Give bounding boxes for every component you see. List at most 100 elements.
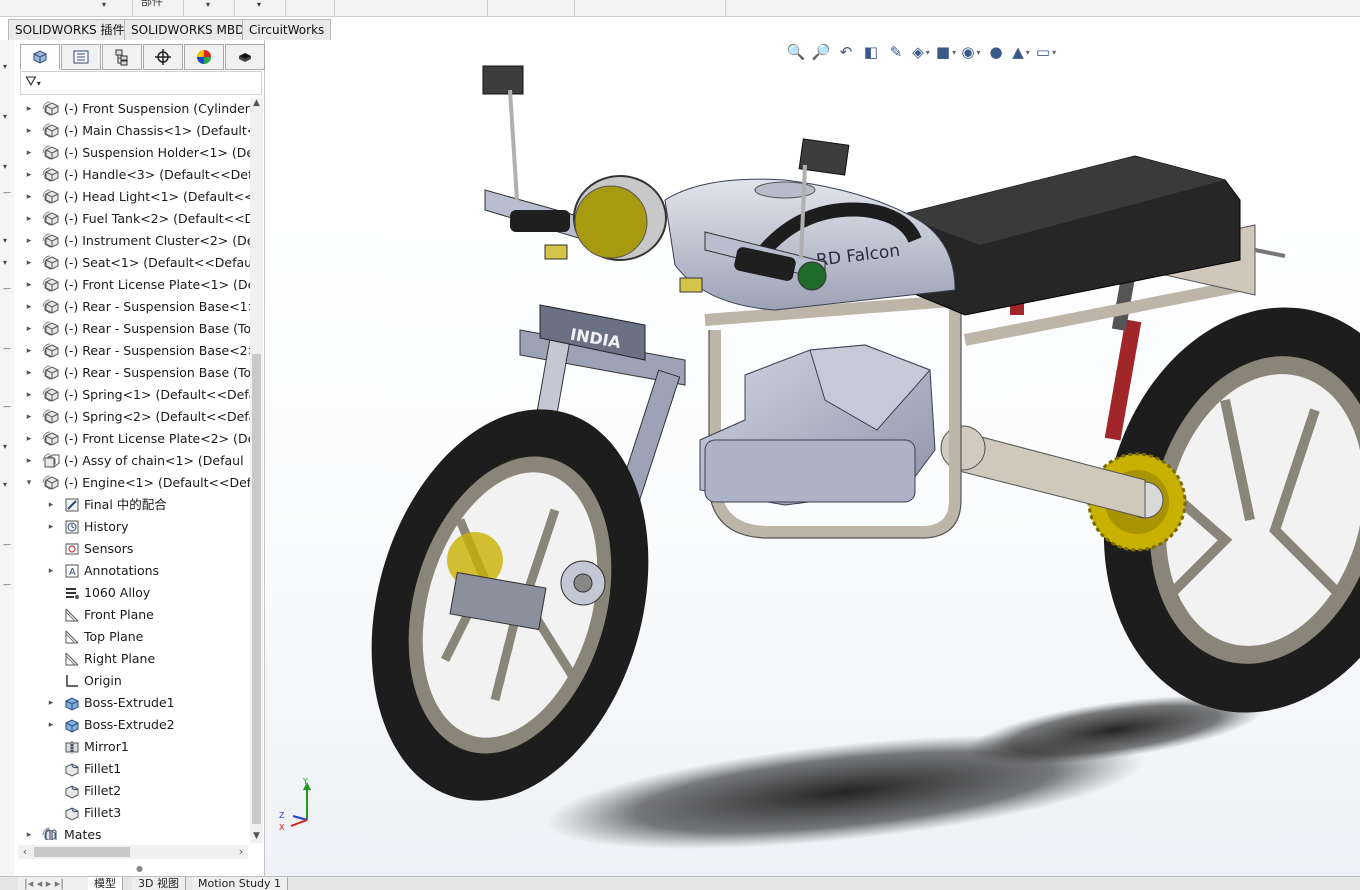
tab-3d-views[interactable]: 3D 视图 [132,877,186,890]
tree-expander-icon[interactable]: ▸ [24,318,34,340]
tree-item[interactable]: ▸ (-) Front License Plate<1> (Def [14,274,250,296]
tab-circuitworks[interactable]: CircuitWorks [242,19,332,40]
tree-item[interactable]: ▸ History [14,516,250,538]
tree-item[interactable]: Top Plane [14,626,250,648]
tree-item[interactable]: Sensors [14,538,250,560]
tree-expander-icon[interactable]: ▸ [24,450,34,472]
engine-block[interactable] [699,344,936,506]
tree-item[interactable]: ▸ Final 中的配合 [14,494,250,516]
tree-item[interactable]: ▸ (-) Rear - Suspension Base (Top [14,318,250,340]
tree-expander-icon[interactable]: ▸ [24,428,34,450]
tree-expander-icon[interactable]: ▸ [46,692,56,714]
tab-solidworks-mbd[interactable]: SOLIDWORKS MBD [124,19,252,40]
tree-expander-icon[interactable]: ▸ [46,560,56,582]
tab-display-manager[interactable] [184,44,224,70]
feature-manager-panel: ⛛▾ ▸ (-) Front Suspension (Cylinder)< ▸ (-)… [14,40,265,876]
display-manager-icon [197,50,211,64]
tree-filter-box[interactable]: ⛛▾ [20,71,262,95]
ribbon-segment[interactable] [575,0,726,16]
tab-nav-arrows[interactable]: |◂ ◂ ▸ ▸| [18,877,95,890]
tree-item[interactable]: ▸ A Annotations [14,560,250,582]
ribbon-segment[interactable]: ▾ [0,0,133,16]
tree-item[interactable]: ▸ Mates [14,824,250,840]
scroll-up-arrow-icon[interactable]: ▲ [250,98,263,110]
tree-expander-icon[interactable]: ▸ [24,230,34,252]
tree-item[interactable]: ▾ (-) Engine<1> (Default<<Defau [14,472,250,494]
tree-item[interactable]: ▸ (-) Instrument Cluster<2> (Defa [14,230,250,252]
ribbon-segment[interactable] [286,0,335,16]
tab-feature-manager[interactable] [20,44,60,70]
graphics-viewport[interactable]: 🔍🔎↶◧✎◈■◉●▲▭ [265,40,1360,876]
scroll-left-arrow-icon[interactable]: ‹ [18,845,32,858]
tree-expander-icon[interactable]: ▸ [24,164,34,186]
tree-expander-icon[interactable]: ▾ [24,472,34,494]
scroll-right-arrow-icon[interactable]: › [234,845,248,858]
tree-item[interactable]: ▸ (-) Rear - Suspension Base (Top [14,362,250,384]
tree-item[interactable]: Front Plane [14,604,250,626]
tree-expander-icon[interactable]: ▸ [24,362,34,384]
tree-expander-icon[interactable]: ▸ [24,384,34,406]
ribbon-segment[interactable] [335,0,488,16]
tab-cam[interactable] [225,44,265,70]
tree-item-label: Fillet1 [84,761,122,776]
ribbon-segment-parts[interactable]: 部件 [133,0,184,16]
tree-expander-icon[interactable]: ▸ [46,494,56,516]
tree-expander-icon[interactable]: ▸ [24,208,34,230]
tree-expander-icon[interactable]: ▸ [24,186,34,208]
tab-model[interactable]: 模型 [88,877,123,890]
tab-solidworks-addins[interactable]: SOLIDWORKS 插件 [8,19,132,40]
tree-expander-icon[interactable]: ▸ [24,340,34,362]
tree-item[interactable]: ▸ (-) Front Suspension (Cylinder)< [14,98,250,120]
tree-item[interactable]: Fillet3 [14,802,250,824]
tree-item[interactable]: ▸ (-) Rear - Suspension Base<2> [14,340,250,362]
tree-item[interactable]: ▸ (-) Main Chassis<1> (Default<< [14,120,250,142]
tree-item[interactable]: Fillet1 [14,758,250,780]
tree-item[interactable]: ▸ (-) Spring<2> (Default<<Defau [14,406,250,428]
tree-item[interactable]: ▸ (-) Spring<1> (Default<<Defau [14,384,250,406]
tree-expander-icon[interactable]: ▸ [24,142,34,164]
tree-expander-icon[interactable]: ▸ [24,296,34,318]
tree-expander-icon[interactable]: ▸ [24,252,34,274]
part-icon [44,365,60,381]
tree-item-label: Sensors [84,541,134,556]
ribbon-segment[interactable] [488,0,575,16]
tree-expander-icon[interactable]: ▸ [46,516,56,538]
panel-resize-grip[interactable]: ● [136,864,143,873]
tree-expander-icon[interactable]: ▸ [24,406,34,428]
tree-item[interactable]: ▸ (-) Rear - Suspension Base<1> [14,296,250,318]
tree-item[interactable]: ▸ (-) Fuel Tank<2> (Default<<Def [14,208,250,230]
tree-item[interactable]: Origin [14,670,250,692]
tree-expander-icon[interactable]: ▸ [46,714,56,736]
tree-item[interactable]: 1060 Alloy [14,582,250,604]
motorcycle-model[interactable]: RD Falcon INDIA Y Z X [265,40,1360,876]
horizontal-scroll-thumb[interactable] [34,847,130,857]
tree-item[interactable]: ▸ (-) Seat<1> (Default<<Default> [14,252,250,274]
tab-property-manager[interactable] [61,44,101,70]
tree-item[interactable]: ▸ (-) Head Light<1> (Default<<D [14,186,250,208]
tree-item[interactable]: ▸ Boss-Extrude1 [14,692,250,714]
tree-expander-icon[interactable]: ▸ [24,120,34,142]
tab-configuration-manager[interactable] [102,44,142,70]
tree-item[interactable]: Mirror1 [14,736,250,758]
tab-dimxpert-manager[interactable] [143,44,183,70]
tree-item[interactable]: ▸ (-) Suspension Holder<1> (Def [14,142,250,164]
tree-item[interactable]: Fillet2 [14,780,250,802]
tree-horizontal-scrollbar[interactable]: ‹ › [18,845,248,859]
ribbon-segment[interactable]: ▾ [235,0,286,16]
tree-item[interactable]: ▸ (-) Assy of chain<1> (Defaul [14,450,250,472]
tree-expander-icon[interactable]: ▸ [24,274,34,296]
tree-item[interactable]: Right Plane [14,648,250,670]
tab-motion-study[interactable]: Motion Study 1 [192,877,289,890]
tree-vertical-scrollbar[interactable]: ▲ ▼ [250,98,263,843]
tree-expander-icon[interactable]: ▸ [24,98,34,120]
tree-item[interactable]: ▸ (-) Front License Plate<2> (Def [14,428,250,450]
tree-item[interactable]: ▸ (-) Handle<3> (Default<<Defau [14,164,250,186]
filter-funnel-icon[interactable]: ⛛▾ [25,74,41,90]
vertical-scroll-thumb[interactable] [252,354,261,824]
history-icon [64,519,80,535]
tree-expander-icon[interactable]: ▸ [24,824,34,840]
tree-item[interactable]: ▸ Boss-Extrude2 [14,714,250,736]
ribbon-segment[interactable]: ▾ [184,0,235,16]
tree-item-label: (-) Rear - Suspension Base<1> [64,299,250,314]
scroll-down-arrow-icon[interactable]: ▼ [250,831,263,843]
